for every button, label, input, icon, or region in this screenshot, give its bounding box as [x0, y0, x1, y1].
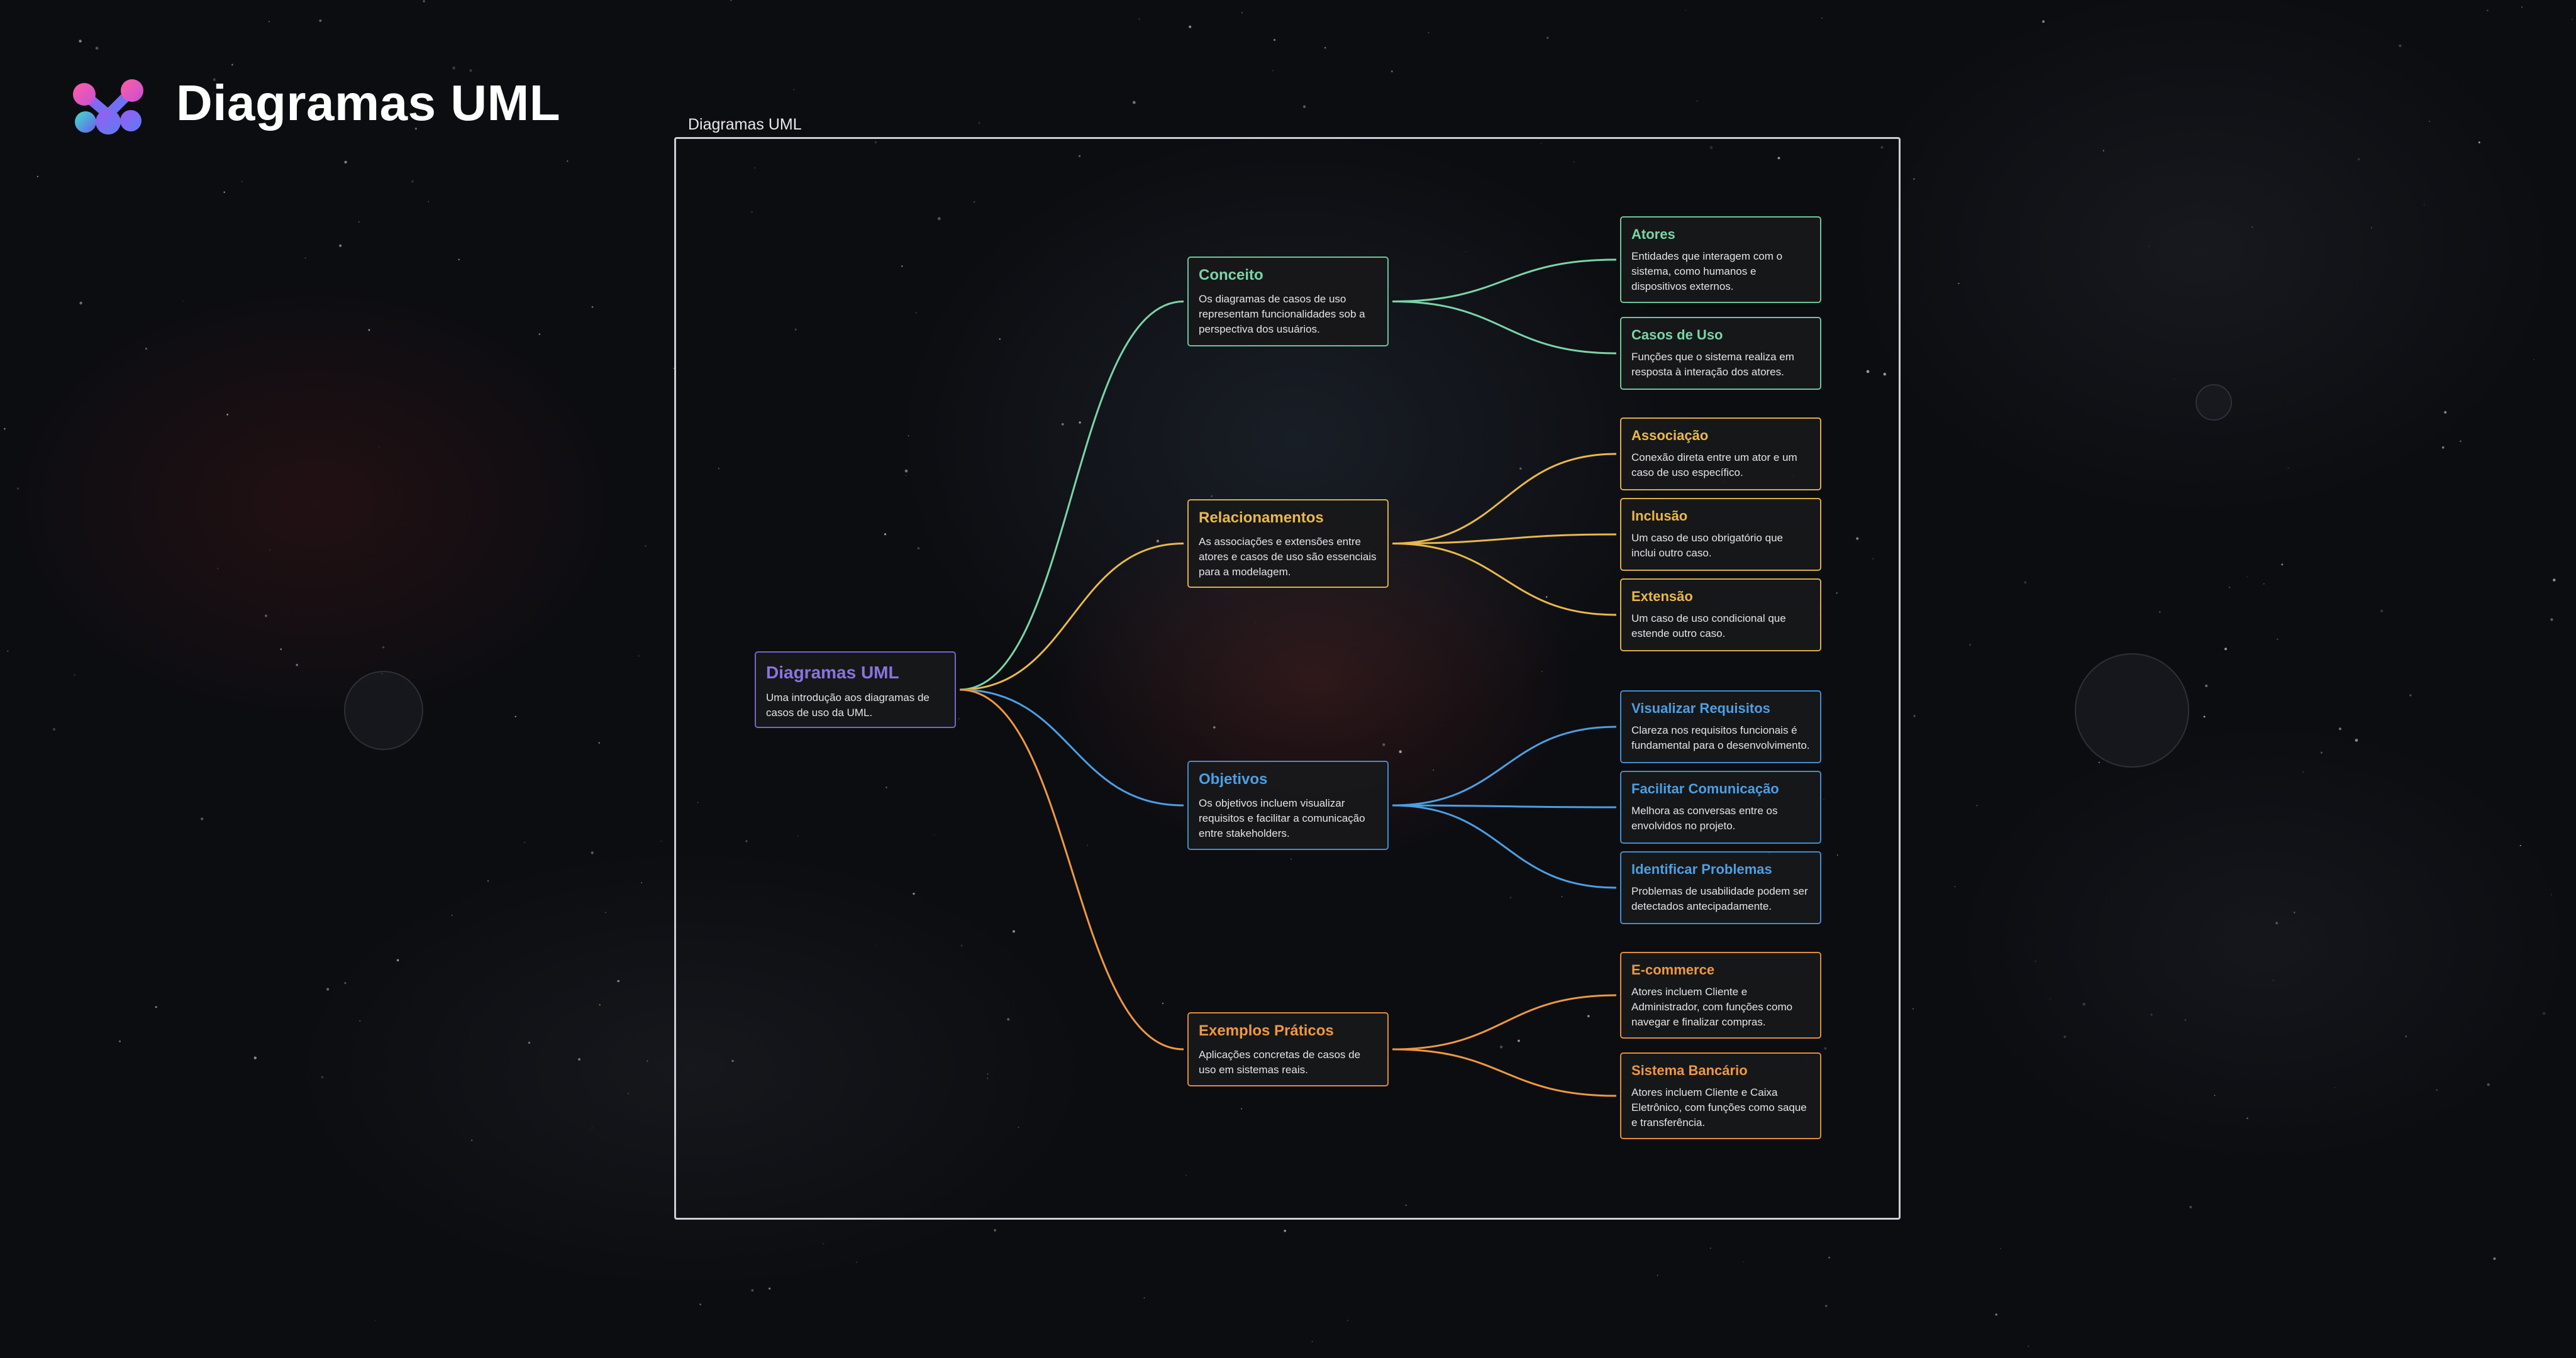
root-node[interactable]: Diagramas UML Uma introdução aos diagram…	[755, 651, 956, 728]
root-node-title: Diagramas UML	[766, 663, 899, 682]
concept-node[interactable]: Conceito Os diagramas de casos de uso re…	[1187, 257, 1389, 346]
leaf-node-desc: Atores incluem Cliente e Administrador, …	[1631, 986, 1793, 1028]
leaf-node-atores[interactable]: Atores Entidades que interagem com o sis…	[1620, 216, 1821, 303]
root-node-desc: Uma introdução aos diagramas de casos de…	[766, 692, 930, 719]
objectives-node-desc: Os objetivos incluem visualizar requisit…	[1199, 797, 1365, 839]
examples-node-title: Exemplos Práticos	[1199, 1022, 1334, 1039]
relationships-node[interactable]: Relacionamentos As associações e extensõ…	[1187, 499, 1389, 588]
relationships-node-desc: As associações e extensões entre atores …	[1199, 536, 1377, 578]
leaf-node-title: E-commerce	[1631, 962, 1715, 978]
frame-label: Diagramas UML	[688, 116, 802, 133]
leaf-node-desc: Funções que o sistema realiza em respost…	[1631, 351, 1794, 378]
leaf-node-extensao[interactable]: Extensão Um caso de uso condicional que …	[1620, 578, 1821, 651]
leaf-node-title: Identificar Problemas	[1631, 861, 1772, 877]
leaf-node-title: Inclusão	[1631, 508, 1688, 524]
leaf-node-sistema-bancario[interactable]: Sistema Bancário Atores incluem Cliente …	[1620, 1052, 1821, 1139]
leaf-node-desc: Entidades que interagem com o sistema, c…	[1631, 250, 1783, 292]
concept-node-title: Conceito	[1199, 267, 1263, 284]
objectives-node[interactable]: Objetivos Os objetivos incluem visualiza…	[1187, 761, 1389, 850]
leaf-node-title: Casos de Uso	[1631, 327, 1723, 343]
leaf-node-facilitar-comunicacao[interactable]: Facilitar Comunicação Melhora as convers…	[1620, 771, 1821, 844]
leaf-node-desc: Atores incluem Cliente e Caixa Eletrônic…	[1631, 1086, 1807, 1129]
leaf-node-inclusao[interactable]: Inclusão Um caso de uso obrigatório que …	[1620, 498, 1821, 571]
relationships-node-title: Relacionamentos	[1199, 509, 1324, 526]
examples-node[interactable]: Exemplos Práticos Aplicações concretas d…	[1187, 1012, 1389, 1086]
concept-node-desc: Os diagramas de casos de uso representam…	[1199, 293, 1365, 335]
leaf-node-title: Atores	[1631, 226, 1675, 242]
leaf-node-title: Visualizar Requisitos	[1631, 700, 1770, 716]
leaf-node-desc: Melhora as conversas entre os envolvidos…	[1631, 805, 1778, 832]
app-title: Diagramas UML	[176, 75, 561, 131]
leaf-node-e-commerce[interactable]: E-commerce Atores incluem Cliente e Admi…	[1620, 952, 1821, 1039]
leaf-node-identificar-problemas[interactable]: Identificar Problemas Problemas de usabi…	[1620, 851, 1821, 924]
leaf-node-associacao[interactable]: Associação Conexão direta entre um ator …	[1620, 417, 1821, 490]
leaf-node-desc: Um caso de uso condicional que estende o…	[1631, 612, 1786, 639]
leaf-node-title: Sistema Bancário	[1631, 1063, 1748, 1078]
leaf-node-desc: Conexão direta entre um ator e um caso d…	[1631, 451, 1797, 478]
leaf-node-desc: Um caso de uso obrigatório que inclui ou…	[1631, 532, 1783, 559]
leaf-node-desc: Clareza nos requisitos funcionais é fund…	[1631, 724, 1810, 751]
examples-node-desc: Aplicações concretas de casos de uso em …	[1199, 1049, 1361, 1076]
leaf-node-title: Facilitar Comunicação	[1631, 781, 1779, 797]
leaf-node-desc: Problemas de usabilidade podem ser detec…	[1631, 885, 1808, 912]
leaf-node-title: Associação	[1631, 428, 1709, 443]
objectives-node-title: Objetivos	[1199, 771, 1268, 788]
leaf-node-casos-de-uso[interactable]: Casos de Uso Funções que o sistema reali…	[1620, 317, 1821, 390]
leaf-node-visualizar-requisitos[interactable]: Visualizar Requisitos Clareza nos requis…	[1620, 690, 1821, 763]
app-logo-icon	[73, 79, 143, 135]
leaf-node-title: Extensão	[1631, 588, 1693, 604]
